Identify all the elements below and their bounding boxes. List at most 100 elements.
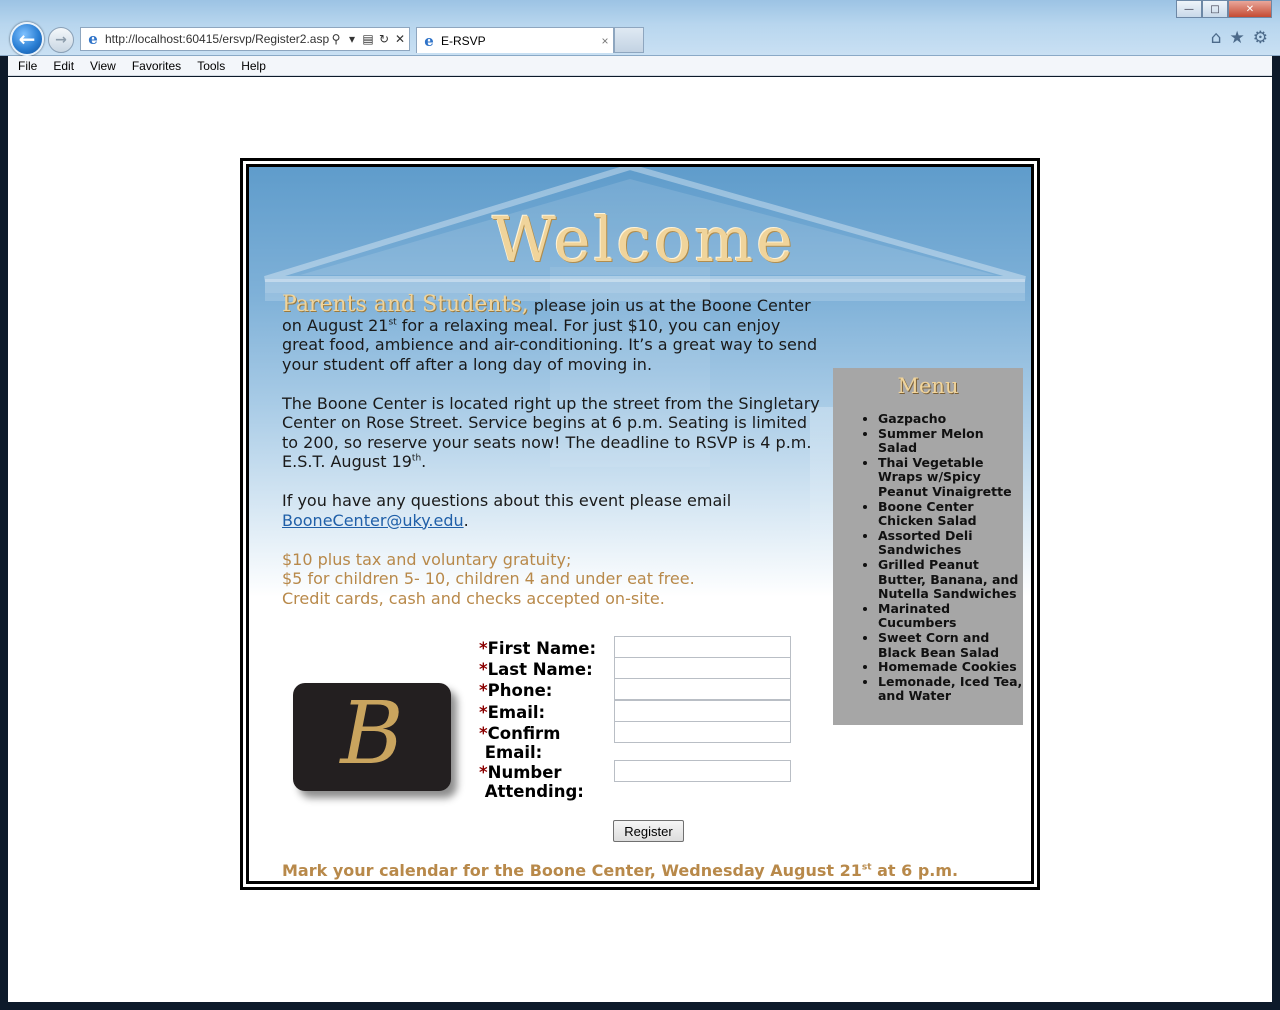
calendar-note-text-b: at 6 p.m.	[871, 861, 959, 880]
window-controls: — □ ✕	[1176, 0, 1272, 18]
tab-title: E-RSVP	[441, 33, 486, 48]
compatibility-view-icon[interactable]: ▤	[361, 32, 375, 46]
search-icon[interactable]: ⚲	[329, 32, 343, 46]
required-mark: *	[479, 681, 488, 700]
refresh-icon[interactable]: ↻	[377, 32, 391, 46]
confirm-email-label-line-1: Confirm	[487, 724, 561, 743]
desktop-edge	[1272, 77, 1280, 1010]
menu-view[interactable]: View	[80, 59, 122, 73]
required-mark: *	[479, 639, 488, 658]
menu-bar: File Edit View Favorites Tools Help	[8, 56, 1272, 76]
required-mark: *	[479, 660, 488, 679]
first-name-input[interactable]	[614, 636, 791, 658]
intro-text: Parents and Students, please join us at …	[282, 292, 822, 628]
page-viewport: Welcome Parents and Students, please joi…	[8, 77, 1272, 1002]
invitation-inner-frame: Welcome Parents and Students, please joi…	[246, 164, 1034, 884]
intro-text-2b: .	[421, 452, 427, 471]
pricing-info: $10 plus tax and voluntary gratuity; $5 …	[282, 550, 822, 609]
settings-gear-icon[interactable]: ⚙	[1253, 28, 1268, 48]
close-window-button[interactable]: ✕	[1228, 0, 1272, 18]
menu-list: Gazpacho Summer Melon Salad Thai Vegetab…	[833, 411, 1023, 704]
menu-favorites[interactable]: Favorites	[122, 59, 187, 73]
welcome-title: Welcome	[492, 203, 796, 276]
number-attending-input[interactable]	[614, 760, 791, 782]
intro-text-2a: The Boone Center is located right up the…	[282, 393, 820, 472]
stop-icon[interactable]: ✕	[393, 32, 407, 46]
menu-list-item: Boone Center Chicken Salad	[878, 499, 1023, 529]
email-input[interactable]	[614, 700, 791, 722]
phone-label-text: Phone:	[487, 681, 553, 700]
tab-ersvp[interactable]: e E-RSVP ×	[416, 27, 614, 53]
number-attending-label: *Number Attending:	[479, 763, 609, 801]
last-name-input[interactable]	[614, 657, 791, 679]
ie-page-icon: e	[88, 30, 98, 48]
intro-text-3b: .	[463, 510, 469, 530]
required-mark: *	[479, 763, 488, 782]
required-mark: *	[479, 724, 488, 743]
email-link[interactable]: BooneCenter@uky.edu	[282, 511, 464, 530]
ie-tab-icon: e	[424, 31, 434, 50]
confirm-email-input[interactable]	[614, 721, 791, 743]
calendar-note-sup: st	[861, 862, 872, 873]
email-label-text: Email:	[487, 703, 546, 722]
toolbar-icons: ⌂ ★ ⚙	[1211, 28, 1268, 48]
menu-list-item: Homemade Cookies	[878, 659, 1023, 675]
menu-file[interactable]: File	[8, 59, 43, 73]
back-arrow-icon: ←	[18, 27, 36, 51]
forward-button[interactable]: →	[48, 27, 74, 53]
forward-arrow-icon: →	[55, 32, 67, 48]
rsvp-form: *First Name: *Last Name: *Phone: *Email:…	[479, 636, 809, 802]
calendar-note: Mark your calendar for the Boone Center,…	[282, 861, 1012, 880]
dropdown-arrow-icon[interactable]: ▾	[345, 32, 359, 46]
menu-title: Menu	[897, 374, 959, 398]
menu-edit[interactable]: Edit	[43, 59, 80, 73]
browser-titlebar: — □ ✕ ← → e http://localhost:60415/ersvp…	[0, 0, 1280, 56]
calendar-note-text-a: Mark your calendar for the Boone Center,…	[282, 861, 862, 880]
confirm-email-label: *Confirm Email:	[479, 724, 609, 762]
menu-list-item: Assorted Deli Sandwiches	[878, 528, 1023, 558]
menu-list-item: Thai Vegetable Wraps w/Spicy Peanut Vina…	[878, 455, 1023, 500]
intro-text-3a: If you have any questions about this eve…	[282, 491, 732, 510]
home-icon[interactable]: ⌂	[1211, 28, 1222, 48]
last-name-label-text: Last Name:	[487, 660, 593, 679]
boone-center-logo: B	[293, 683, 451, 791]
menu-list-item: Summer Melon Salad	[878, 426, 1023, 456]
pricing-line-3: Credit cards, cash and checks accepted o…	[282, 588, 665, 608]
confirm-email-label-line-2: Email:	[484, 743, 543, 762]
menu-list-item: Sweet Corn and Black Bean Salad	[878, 630, 1023, 660]
confirm-email-row: *Confirm Email:	[479, 721, 809, 763]
first-name-label-text: First Name:	[487, 639, 597, 658]
phone-label: *Phone:	[479, 681, 609, 700]
number-attending-label-line-2: Attending:	[484, 782, 584, 801]
maximize-button[interactable]: □	[1202, 0, 1228, 18]
intro-sup-1: st	[388, 317, 397, 328]
intro-paragraph-3: If you have any questions about this eve…	[282, 491, 822, 530]
pricing-line-2: $5 for children 5- 10, children 4 and un…	[282, 569, 695, 588]
menu-help[interactable]: Help	[231, 59, 272, 73]
back-button[interactable]: ←	[10, 22, 44, 56]
number-attending-label-line-1: Number	[487, 763, 562, 782]
number-attending-row: *Number Attending:	[479, 760, 809, 802]
address-bar[interactable]: e http://localhost:60415/ersvp/Register2…	[80, 27, 410, 51]
required-mark: *	[479, 703, 488, 722]
favorites-star-icon[interactable]: ★	[1230, 28, 1245, 48]
email-label: *Email:	[479, 703, 609, 722]
menu-list-item: Marinated Cucumbers	[878, 601, 1023, 631]
tab-close-icon[interactable]: ×	[597, 34, 613, 48]
url-text[interactable]: http://localhost:60415/ersvp/Register2.a…	[105, 32, 329, 46]
intro-paragraph-1: Parents and Students, please join us at …	[282, 292, 822, 374]
menu-list-item: Lemonade, Iced Tea, and Water	[878, 674, 1023, 704]
new-tab-button[interactable]	[614, 27, 644, 53]
menu-list-item: Gazpacho	[878, 411, 1023, 427]
menu-list-item: Grilled Peanut Butter, Banana, and Nutel…	[878, 557, 1023, 602]
menu-panel: Menu Gazpacho Summer Melon Salad Thai Ve…	[833, 368, 1023, 725]
intro-paragraph-2: The Boone Center is located right up the…	[282, 394, 822, 472]
first-name-label: *First Name:	[479, 639, 609, 658]
logo-letter: B	[340, 684, 404, 784]
phone-input[interactable]	[614, 678, 791, 700]
register-button[interactable]: Register	[613, 820, 684, 842]
last-name-label: *Last Name:	[479, 660, 609, 679]
intro-lead: Parents and Students,	[282, 292, 529, 317]
minimize-button[interactable]: —	[1176, 0, 1202, 18]
menu-tools[interactable]: Tools	[187, 59, 231, 73]
